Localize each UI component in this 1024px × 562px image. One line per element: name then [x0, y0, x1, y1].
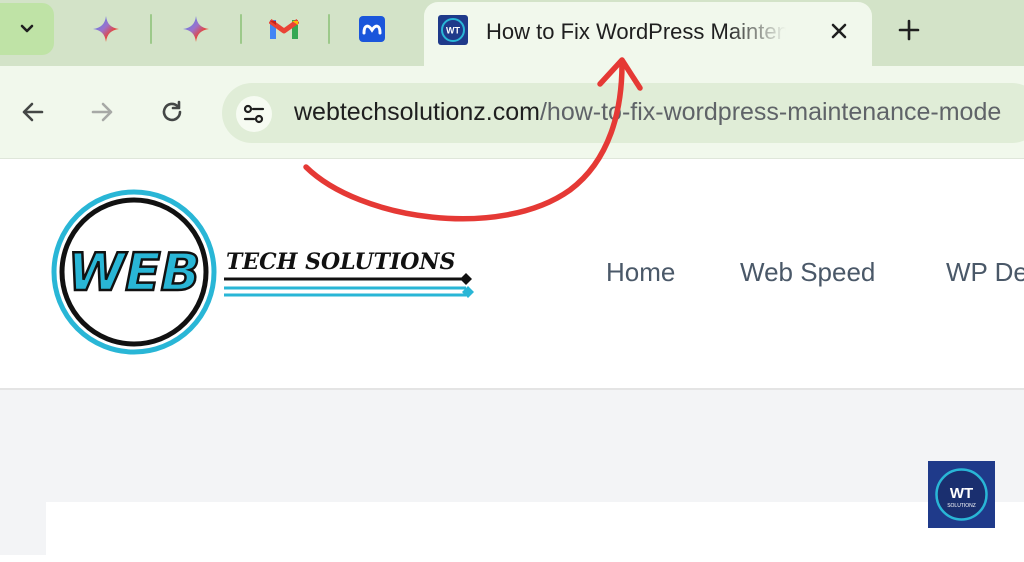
tab-separator	[240, 14, 242, 44]
site-favicon-icon: WT	[438, 15, 468, 45]
tab-separator	[150, 14, 152, 44]
url-domain: webtechsolutionz.com	[294, 98, 540, 126]
nav-web-speed[interactable]: Web Speed	[740, 257, 875, 288]
new-tab-button[interactable]	[893, 14, 925, 46]
site-header: WEB TECH SOLUTIONS Home Web Speed WP De	[0, 159, 1024, 390]
content-card	[46, 502, 1024, 562]
favicon-text: WT	[446, 26, 460, 36]
reload-icon	[162, 100, 182, 122]
browser-toolbar: webtechsolutionz.com/how-to-fix-wordpres…	[0, 66, 1024, 159]
gemini-sparkle-icon	[183, 16, 209, 42]
pinned-tab-gemini-2[interactable]	[181, 14, 211, 44]
url-text[interactable]: webtechsolutionz.com/how-to-fix-wordpres…	[294, 98, 1001, 127]
tab-search-button[interactable]	[0, 3, 54, 55]
active-tab[interactable]: WT How to Fix WordPress Maintenance Mode	[424, 2, 872, 68]
pinned-tab-gemini-1[interactable]	[91, 14, 121, 44]
reload-button[interactable]	[154, 94, 190, 130]
back-button[interactable]	[15, 94, 51, 130]
plus-icon	[898, 19, 920, 41]
tab-title: How to Fix WordPress Maintenance Mode	[486, 19, 786, 44]
badge-subtext: SOLUTIONZ	[947, 503, 976, 509]
pinned-tab-meta[interactable]	[357, 14, 387, 44]
logo-tagline: TECH SOLUTIONS	[226, 249, 455, 275]
tune-icon	[243, 104, 265, 124]
gmail-icon	[269, 18, 299, 39]
tab-separator	[328, 14, 330, 44]
nav-home[interactable]: Home	[606, 257, 675, 288]
gemini-sparkle-icon	[93, 16, 119, 42]
nav-wp-development[interactable]: WP De	[946, 257, 1024, 288]
close-icon	[831, 23, 847, 39]
forward-button[interactable]	[84, 94, 120, 130]
site-logo[interactable]: WEB TECH SOLUTIONS	[50, 187, 480, 357]
url-path: /how-to-fix-wordpress-maintenance-mode	[539, 98, 1002, 126]
arrow-left-icon	[22, 102, 44, 122]
chevron-down-icon	[20, 24, 34, 33]
pinned-tab-gmail[interactable]	[269, 14, 299, 44]
address-bar[interactable]: webtechsolutionz.com/how-to-fix-wordpres…	[222, 83, 1024, 143]
site-badge-logo: WT SOLUTIONZ	[928, 461, 995, 528]
tab-close-button[interactable]	[824, 16, 854, 46]
site-info-button[interactable]	[236, 96, 272, 132]
badge-text: WT	[950, 485, 973, 502]
meta-icon	[359, 16, 385, 42]
logo-word: WEB	[68, 243, 201, 303]
tab-strip: WT How to Fix WordPress Maintenance Mode	[0, 0, 1024, 68]
arrow-right-icon	[91, 102, 113, 122]
